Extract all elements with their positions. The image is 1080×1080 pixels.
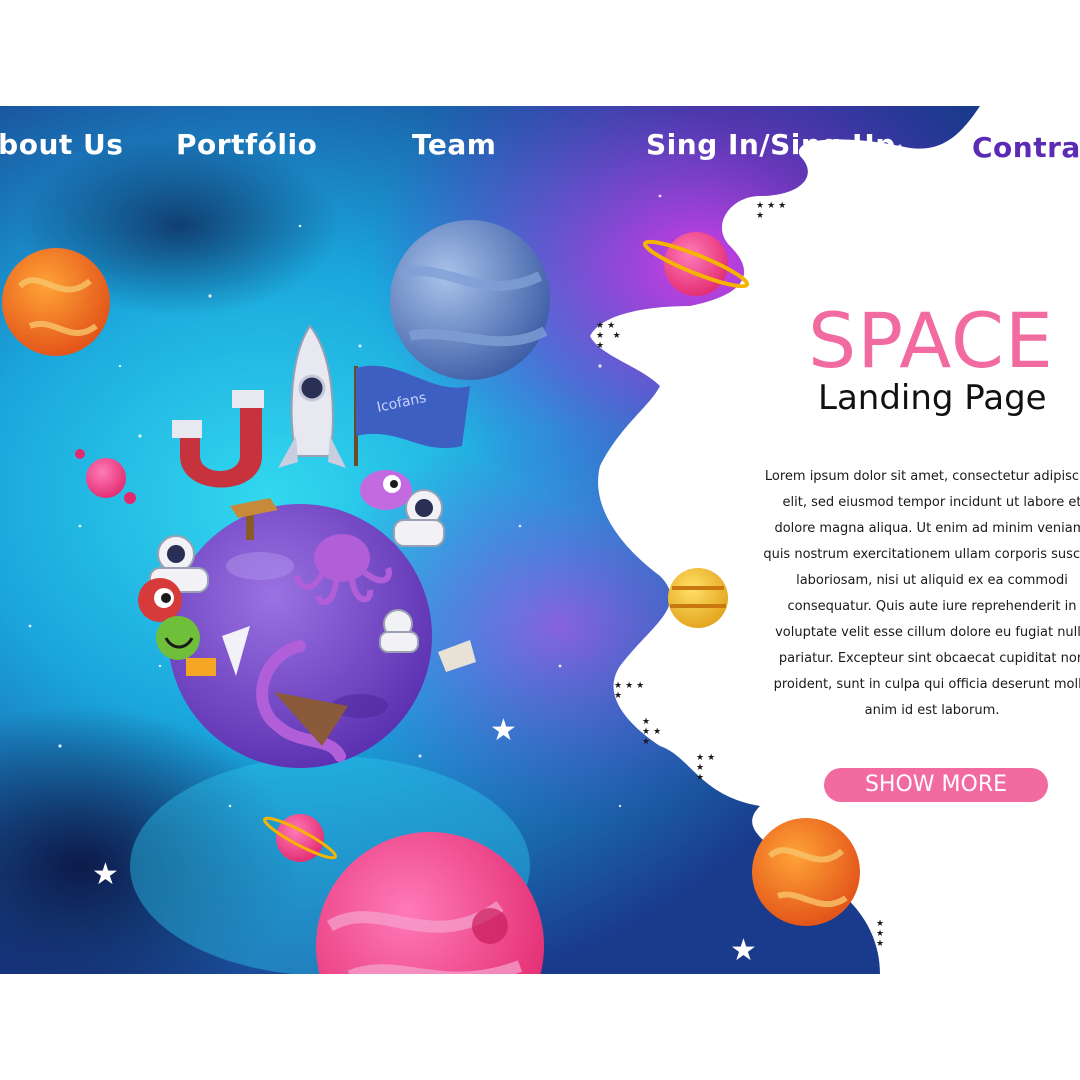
tiny-stars-icon: ★★★★: [756, 200, 790, 220]
nav-portfolio[interactable]: Portfólio: [176, 128, 317, 161]
nav-about-us[interactable]: About Us: [0, 128, 123, 161]
nav-team[interactable]: Team: [412, 128, 496, 161]
star-icon: ★: [92, 858, 119, 891]
tiny-stars-icon: ★★★★: [642, 716, 665, 746]
hero-title: SPACE: [808, 296, 1054, 385]
star-icon: ★: [730, 934, 757, 967]
hero-paragraph: Lorem ipsum dolor sit amet, consectetur …: [763, 469, 1080, 718]
tiny-stars-icon: ★ ★ ★: [876, 918, 888, 948]
nav-sign-in-sign-up[interactable]: Sing In/Sing Up: [646, 128, 896, 161]
nav-contract[interactable]: Contract: [972, 131, 1080, 164]
tiny-stars-icon: ★★★★: [696, 752, 719, 782]
hero-subtitle: Landing Page: [818, 378, 1047, 418]
tiny-stars-icon: ★★★★: [614, 680, 648, 700]
top-nav: About Us Portfólio Team Sing In/Sing Up …: [0, 106, 1080, 186]
show-more-button[interactable]: SHOW MORE: [824, 768, 1048, 802]
star-icon: ★: [490, 714, 517, 747]
hero-section: Icofans bout Us Portfólio Team Sing In/S…: [0, 106, 1080, 974]
tiny-stars-icon: ★★ ★ ★ ★: [596, 320, 624, 350]
